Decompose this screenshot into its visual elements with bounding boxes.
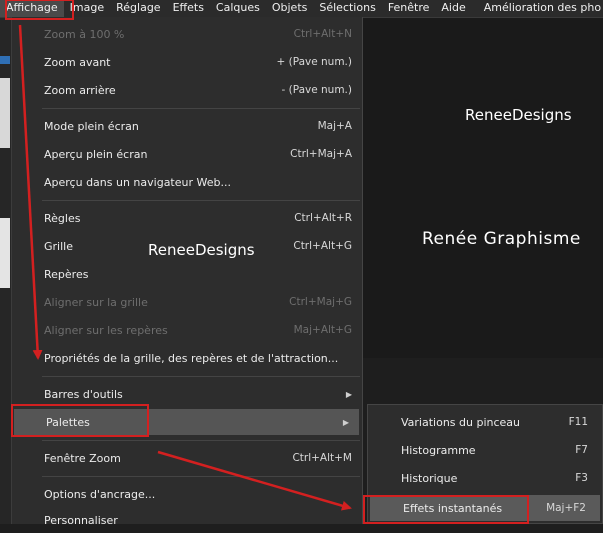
submenu-arrow-icon: ▶	[345, 389, 352, 399]
menu-item-customize[interactable]: Personnaliser	[12, 507, 362, 533]
menu-separator	[42, 108, 360, 109]
menu-item-grid-properties[interactable]: Propriétés de la grille, des repères et …	[12, 345, 362, 371]
palettes-submenu: Variations du pinceau F11 Histogramme F7…	[367, 404, 603, 524]
menu-item-label: Grille	[44, 239, 73, 253]
menu-item-label: Aperçu dans un navigateur Web...	[44, 175, 231, 189]
menu-item-shortcut: Maj+A	[317, 120, 352, 132]
menu-item-shortcut: - (Pave num.)	[281, 84, 352, 96]
menu-item-zoom-in[interactable]: Zoom avant + (Pave num.)	[12, 49, 362, 75]
menu-separator	[42, 376, 360, 377]
menu-item-shortcut: Ctrl+Alt+R	[294, 212, 352, 224]
submenu-item-label: Effets instantanés	[403, 501, 503, 515]
menu-item-docking-options[interactable]: Options d'ancrage...	[12, 481, 362, 507]
submenu-item-instant-effects[interactable]: Effets instantanés Maj+F2	[370, 495, 600, 521]
menu-item-shortcut: + (Pave num.)	[276, 56, 352, 68]
menu-fenetre[interactable]: Fenêtre	[382, 0, 436, 17]
menu-item-label: Zoom à 100 %	[44, 27, 125, 41]
menu-effets[interactable]: Effets	[167, 0, 210, 17]
menu-reglage[interactable]: Réglage	[110, 0, 166, 17]
image-fragment	[0, 218, 10, 288]
menu-item-label: Aligner sur la grille	[44, 295, 148, 309]
menu-item-zoom-window[interactable]: Fenêtre Zoom Ctrl+Alt+M	[12, 445, 362, 471]
menu-item-label: Zoom avant	[44, 55, 111, 69]
toolbar-fragment	[0, 56, 10, 64]
menu-objets[interactable]: Objets	[266, 0, 314, 17]
menu-item-label: Fenêtre Zoom	[44, 451, 121, 465]
menu-item-shortcut: Ctrl+Alt+N	[293, 28, 352, 40]
affichage-dropdown-menu: Zoom à 100 % Ctrl+Alt+N Zoom avant + (Pa…	[11, 17, 363, 527]
menu-item-palettes[interactable]: Palettes ▶	[14, 409, 359, 435]
watermark-text: Renée Graphisme	[422, 229, 581, 249]
menu-selections[interactable]: Sélections	[313, 0, 381, 17]
menu-item-label: Palettes	[46, 415, 90, 429]
submenu-item-label: Variations du pinceau	[401, 415, 521, 429]
workspace-canvas	[360, 18, 603, 358]
submenu-arrow-icon: ▶	[342, 417, 349, 427]
menu-item-label: Règles	[44, 211, 81, 225]
submenu-item-shortcut: F11	[568, 416, 588, 428]
menu-item-fullscreen-mode[interactable]: Mode plein écran Maj+A	[12, 113, 362, 139]
workspace-left-edge	[0, 18, 11, 524]
submenu-item-history[interactable]: Historique F3	[368, 465, 602, 491]
menu-item-snap-grid[interactable]: Aligner sur la grille Ctrl+Maj+G	[12, 289, 362, 315]
menu-bar: Affichage Image Réglage Effets Calques O…	[0, 0, 603, 18]
menu-item-browser-preview[interactable]: Aperçu dans un navigateur Web...	[12, 169, 362, 195]
menu-item-zoom-out[interactable]: Zoom arrière - (Pave num.)	[12, 77, 362, 103]
submenu-item-label: Histogramme	[401, 443, 476, 457]
submenu-item-shortcut: F7	[575, 444, 588, 456]
menu-item-label: Repères	[44, 267, 89, 281]
watermark-text: ReneeDesigns	[465, 106, 572, 124]
menu-item-toolbars[interactable]: Barres d'outils ▶	[12, 381, 362, 407]
image-fragment	[0, 78, 10, 148]
menu-item-zoom-100[interactable]: Zoom à 100 % Ctrl+Alt+N	[12, 21, 362, 47]
submenu-item-brush-variations[interactable]: Variations du pinceau F11	[368, 409, 602, 435]
submenu-item-histogram[interactable]: Histogramme F7	[368, 437, 602, 463]
menu-item-label: Barres d'outils	[44, 387, 123, 401]
menu-aide[interactable]: Aide	[435, 0, 471, 17]
menu-affichage[interactable]: Affichage	[0, 0, 64, 17]
menu-item-label: Propriétés de la grille, des repères et …	[44, 351, 339, 365]
menu-item-label: Mode plein écran	[44, 119, 139, 133]
menu-item-label: Aperçu plein écran	[44, 147, 148, 161]
menu-image[interactable]: Image	[64, 0, 110, 17]
menu-separator	[42, 440, 360, 441]
menu-separator	[42, 200, 360, 201]
menu-calques[interactable]: Calques	[210, 0, 266, 17]
menu-item-label: Options d'ancrage...	[44, 487, 156, 501]
menu-item-label: Aligner sur les repères	[44, 323, 168, 337]
watermark-text: ReneeDesigns	[148, 241, 255, 259]
menu-item-shortcut: Maj+Alt+G	[293, 324, 352, 336]
menu-item-snap-guides[interactable]: Aligner sur les repères Maj+Alt+G	[12, 317, 362, 343]
submenu-item-shortcut: F3	[575, 472, 588, 484]
menu-item-guides[interactable]: Repères	[12, 261, 362, 287]
menu-separator	[42, 476, 360, 477]
menu-item-rulers[interactable]: Règles Ctrl+Alt+R	[12, 205, 362, 231]
menu-item-fullscreen-preview[interactable]: Aperçu plein écran Ctrl+Maj+A	[12, 141, 362, 167]
menu-item-shortcut: Ctrl+Alt+G	[293, 240, 352, 252]
menu-item-shortcut: Ctrl+Maj+A	[290, 148, 352, 160]
menu-item-shortcut: Ctrl+Alt+M	[292, 452, 352, 464]
submenu-item-label: Historique	[401, 471, 458, 485]
menu-item-label: Personnaliser	[44, 513, 118, 527]
menu-item-shortcut: Ctrl+Maj+G	[289, 296, 352, 308]
menu-item-label: Zoom arrière	[44, 83, 116, 97]
submenu-item-shortcut: Maj+F2	[546, 502, 586, 514]
menu-amelioration-photo[interactable]: Amélioration des pho	[478, 0, 603, 17]
